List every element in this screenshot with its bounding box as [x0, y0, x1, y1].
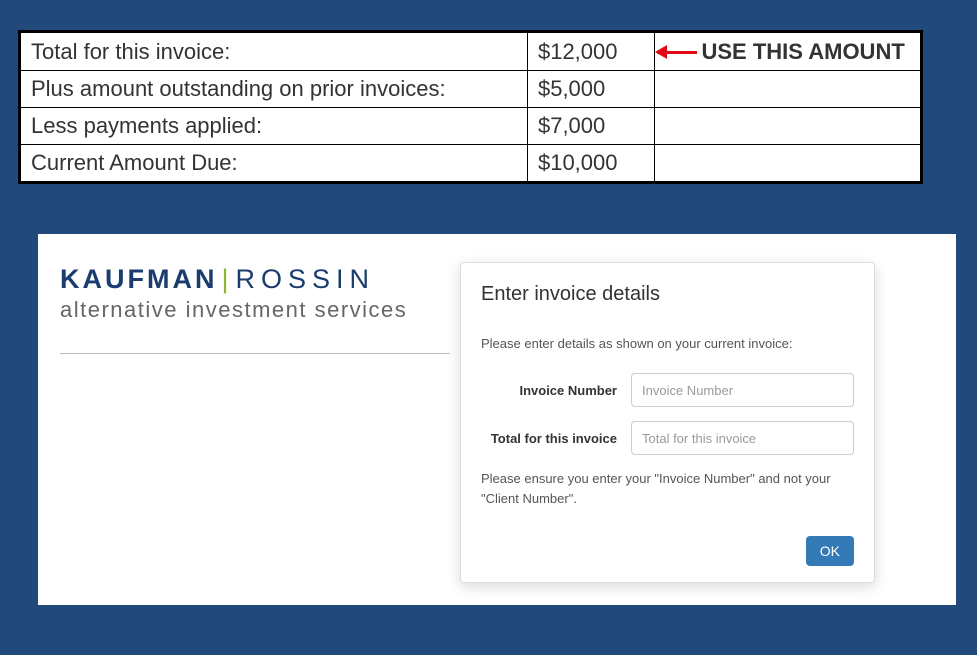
invoice-total-input[interactable] — [631, 421, 854, 455]
row-amount: $5,000 — [527, 71, 655, 108]
ok-button[interactable]: OK — [806, 536, 854, 566]
table-row: Less payments applied: $7,000 — [20, 108, 922, 145]
invoice-number-label: Invoice Number — [481, 383, 631, 398]
table-row: Plus amount outstanding on prior invoice… — [20, 71, 922, 108]
row-label: Less payments applied: — [20, 108, 528, 145]
dialog-intro: Please enter details as shown on your cu… — [481, 336, 854, 351]
brand-logo: KAUFMAN|ROSSIN — [60, 266, 450, 293]
row-amount: $12,000 — [527, 32, 655, 71]
row-amount: $10,000 — [527, 145, 655, 183]
brand-divider-icon: | — [221, 264, 231, 294]
dialog-note: Please ensure you enter your "Invoice Nu… — [481, 469, 854, 508]
invoice-details-dialog: Enter invoice details Please enter detai… — [460, 262, 875, 583]
arrow-left-icon — [657, 51, 697, 54]
row-label: Current Amount Due: — [20, 145, 528, 183]
row-amount: $7,000 — [527, 108, 655, 145]
row-label: Total for this invoice: — [20, 32, 528, 71]
invoice-total-label: Total for this invoice — [481, 431, 631, 446]
row-note — [655, 71, 922, 108]
brand-kaufman: KAUFMAN — [60, 264, 217, 294]
brand-rossin: ROSSIN — [236, 264, 376, 294]
row-label: Plus amount outstanding on prior invoice… — [20, 71, 528, 108]
table-row: Current Amount Due: $10,000 — [20, 145, 922, 183]
invoice-total-row: Total for this invoice — [481, 421, 854, 455]
invoice-summary-table: Total for this invoice: $12,000 USE THIS… — [18, 30, 923, 184]
dialog-title: Enter invoice details — [481, 283, 854, 306]
brand-block: KAUFMAN|ROSSIN alternative investment se… — [60, 262, 450, 354]
dialog-footer: OK — [481, 536, 854, 566]
invoice-number-input[interactable] — [631, 373, 854, 407]
table-row: Total for this invoice: $12,000 USE THIS… — [20, 32, 922, 71]
row-note: USE THIS AMOUNT — [655, 32, 922, 71]
invoice-number-row: Invoice Number — [481, 373, 854, 407]
row-note — [655, 108, 922, 145]
use-this-amount-label: USE THIS AMOUNT — [701, 39, 904, 65]
payment-form-panel: KAUFMAN|ROSSIN alternative investment se… — [38, 234, 956, 605]
row-note — [655, 145, 922, 183]
brand-underline — [60, 353, 450, 354]
brand-tagline: alternative investment services — [60, 297, 450, 323]
